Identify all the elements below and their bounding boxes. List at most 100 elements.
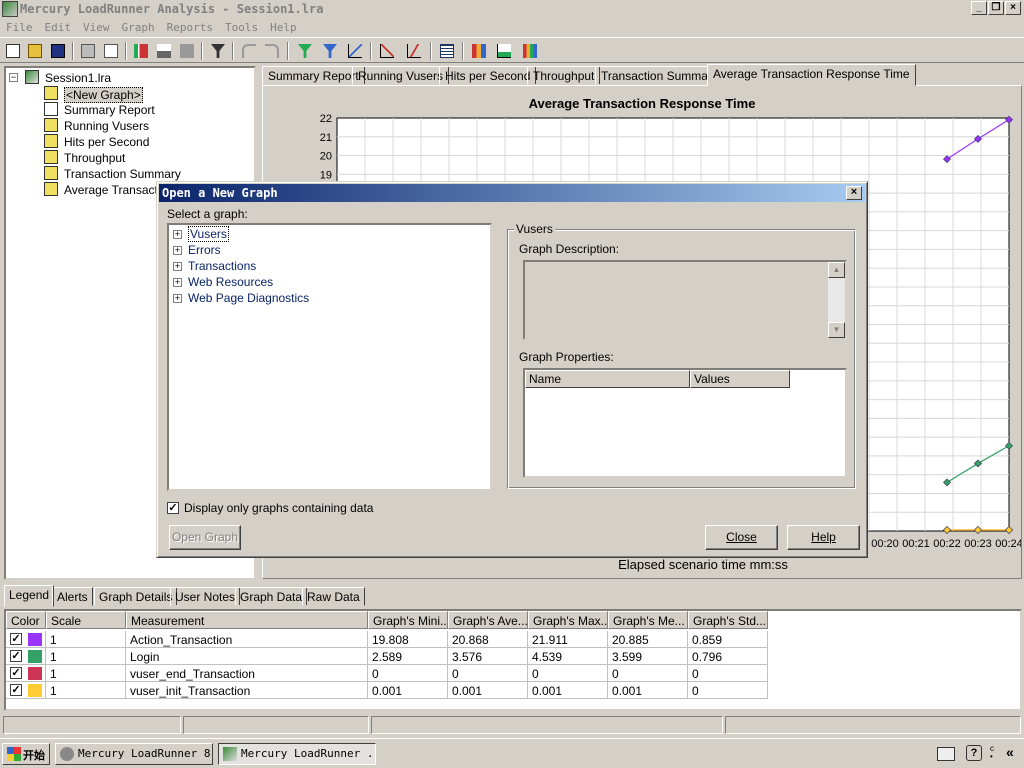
props-header-values[interactable]: Values [690,370,790,388]
window-title: Mercury LoadRunner Analysis - Session1.l… [20,2,324,16]
tab-raw-data[interactable]: Raw Data [302,587,365,606]
start-button[interactable]: 开始 [2,743,50,765]
tab-user-notes[interactable]: User Notes [170,587,241,606]
tab-legend[interactable]: Legend [4,585,55,607]
col-header-avg[interactable]: Graph's Ave... [448,611,528,629]
tab-graph-data[interactable]: Graph Data [235,587,308,606]
print-button[interactable] [78,41,98,61]
expand-icon[interactable]: + [173,278,182,287]
description-scrollbar[interactable]: ▲ ▼ [828,262,845,338]
x-axis-label: Elapsed scenario time mm:ss [618,557,788,572]
folder-icon [28,44,42,58]
y-tick-label: 21 [320,132,332,144]
col-header-std[interactable]: Graph's Std.... [688,611,768,629]
minimize-button[interactable]: _ [971,1,987,15]
report-button[interactable] [437,41,457,61]
col-header-median[interactable]: Graph's Me... [608,611,688,629]
table-row[interactable]: ✓ 1 Action_Transaction 19.808 20.868 21.911 20… [6,631,768,648]
auto-correlate-button[interactable] [404,41,424,61]
x-tick-label: 00:21 [902,538,930,550]
tab-hits-per-second[interactable]: Hits per Second [439,66,537,85]
table-row[interactable]: ✓ 1 vuser_end_Transaction 0 0 0 0 0 [6,665,768,682]
save-button[interactable] [48,41,68,61]
col-header-measurement[interactable]: Measurement [126,611,368,629]
redo-button[interactable] [262,41,282,61]
help-button[interactable]: Help [787,525,860,550]
col-header-scale[interactable]: Scale [46,611,126,629]
tab-average-transaction-response-time[interactable]: Average Transaction Response Time [707,64,916,86]
tab-graph-details[interactable]: Graph Details [94,587,178,606]
filter-button[interactable] [208,41,228,61]
tab-transaction-summary[interactable]: Transaction Summary [595,66,724,85]
open-graph-button[interactable]: Open Graph [169,525,241,550]
menu-tools[interactable]: Tools [219,18,264,34]
filter-graph-button[interactable] [295,41,315,61]
tab-alerts[interactable]: Alerts [52,587,93,606]
print-preview-button[interactable] [101,41,121,61]
taskbar: 开始 Mercury LoadRunner 8.1 Mercury LoadRu… [0,738,1024,768]
correlate-button[interactable] [377,41,397,61]
merge-graphs-button[interactable] [345,41,365,61]
tray-expand-icon[interactable]: « [1006,744,1020,762]
scroll-down-icon[interactable]: ▼ [828,322,845,338]
expand-icon[interactable]: + [173,230,182,239]
keyboard-icon[interactable] [937,747,955,761]
close-button[interactable]: Close [705,525,778,550]
graph-node-transactions[interactable]: + Transactions [173,259,256,275]
tree-root[interactable]: − Session1.lra [9,70,111,86]
restore-button[interactable]: ❐ [988,1,1004,15]
template-button[interactable] [494,41,514,61]
cross-result-icon [472,44,486,58]
close-window-button[interactable]: × [1005,1,1021,15]
series-visible-checkbox[interactable]: ✓ [10,633,22,645]
props-header-name[interactable]: Name [525,370,690,388]
graph-properties-label: Graph Properties: [519,350,614,364]
series-color-swatch[interactable] [28,650,42,663]
table-row[interactable]: ✓ 1 vuser_init_Transaction 0.001 0.001 0.001 0… [6,682,768,699]
menu-edit[interactable]: Edit [39,18,78,34]
series-color-swatch[interactable] [28,667,42,680]
bar-chart-icon [157,44,171,58]
expand-icon[interactable]: + [173,246,182,255]
series-visible-checkbox[interactable]: ✓ [10,650,22,662]
open-button[interactable] [25,41,45,61]
expand-icon[interactable]: + [173,294,182,303]
new-session-button[interactable] [3,41,23,61]
col-header-color[interactable]: Color [6,611,46,629]
tab-throughput[interactable]: Throughput [527,66,601,85]
export-button[interactable] [177,41,197,61]
menu-help[interactable]: Help [264,18,303,34]
dialog-close-icon[interactable]: × [846,186,862,200]
menu-file[interactable]: File [0,18,39,34]
graph-node-web-page-diagnostics[interactable]: + Web Page Diagnostics [173,291,309,307]
col-header-max[interactable]: Graph's Max... [528,611,608,629]
expand-icon[interactable]: + [173,262,182,271]
tab-summary-report[interactable]: Summary Report [262,66,365,85]
taskbar-item-loadrunner[interactable]: Mercury LoadRunner 8.1 [55,743,213,765]
graph-button[interactable] [154,41,174,61]
menu-graph[interactable]: Graph [116,18,161,34]
scroll-up-icon[interactable]: ▲ [828,262,845,278]
display-only-data-checkbox[interactable]: ✓ [167,502,179,514]
cross-result-button[interactable] [469,41,489,61]
menu-view[interactable]: View [77,18,116,34]
ime-icon[interactable]: c • [990,745,1000,763]
series-visible-checkbox[interactable]: ✓ [10,684,22,696]
add-graph-button[interactable] [131,41,151,61]
series-color-swatch[interactable] [28,633,42,646]
tab-running-vusers[interactable]: Running Vusers [352,66,449,85]
menu-reports[interactable]: Reports [161,18,219,34]
graph-node-web-resources[interactable]: + Web Resources [173,275,273,291]
clear-filter-button[interactable] [320,41,340,61]
taskbar-item-analysis[interactable]: Mercury LoadRunner ... [218,743,376,765]
graph-node-errors[interactable]: + Errors [173,243,221,259]
help-tray-icon[interactable]: ? [966,745,982,761]
table-row[interactable]: ✓ 1 Login 2.589 3.576 4.539 3.599 0.796 [6,648,768,665]
undo-button[interactable] [239,41,259,61]
graph-node-vusers[interactable]: + Vusers [173,226,229,243]
x-tick-label: 00:20 [871,538,899,550]
chart-options-button[interactable] [520,41,540,61]
col-header-min[interactable]: Graph's Mini... [368,611,448,629]
series-color-swatch[interactable] [28,684,42,697]
series-visible-checkbox[interactable]: ✓ [10,667,22,679]
